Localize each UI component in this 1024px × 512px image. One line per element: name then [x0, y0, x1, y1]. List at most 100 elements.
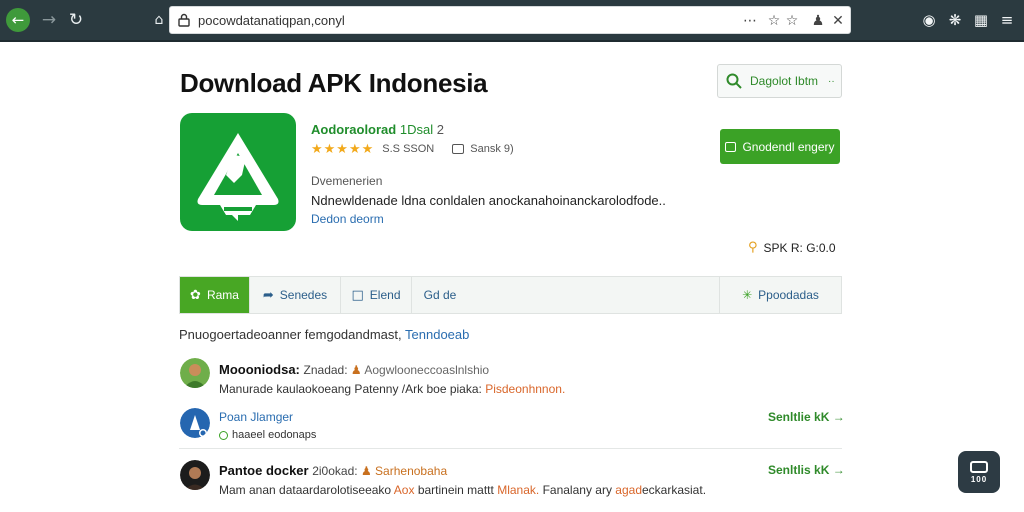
puzzle-icon[interactable]: ❋	[944, 9, 966, 31]
tab-rama[interactable]: ✿ Rama	[180, 277, 250, 313]
comment-author-name[interactable]: Poan Jlamger	[219, 410, 293, 424]
comment-text-f[interactable]: agad	[615, 483, 642, 497]
recycle-icon: ✳	[742, 288, 753, 302]
show-replies-label: Senltlie kK	[768, 410, 830, 424]
comment-subtitle: haaeel eodonaps	[219, 429, 316, 441]
chat-button[interactable]: 100	[958, 451, 1000, 493]
leaf-icon: ✿	[190, 287, 201, 303]
download-icon	[725, 141, 737, 152]
read-more-link[interactable]: Dedon deorm	[311, 212, 384, 226]
heading-mid: femgodandmast,	[304, 327, 402, 342]
arrow-left-icon: ←	[11, 11, 25, 29]
star-rating: ★★★★★	[311, 141, 375, 157]
app-logo	[180, 113, 296, 231]
home-icon: ⌂	[154, 12, 164, 28]
download-button-label: Gnodendl engery	[742, 139, 835, 154]
show-replies-label: Senltlis kK	[768, 463, 830, 477]
rating-row: ★★★★★ S.S SSON Sansk 9)	[311, 141, 514, 157]
download-button[interactable]: Gnodendl engery	[720, 129, 840, 164]
chevron-right-icon: →	[832, 410, 845, 424]
forward-button[interactable]: →	[37, 8, 61, 32]
chat-icon	[970, 460, 988, 473]
page-title: Download APK Indonesia	[180, 68, 488, 98]
tab-senedes[interactable]: ➦ Senedes	[250, 277, 341, 313]
arrow-right-icon: →	[41, 10, 57, 30]
reload-icon: ↻	[68, 10, 84, 30]
apk-version: ⚲ SPK R: G:0.0	[748, 240, 836, 255]
toolbar-divider	[0, 40, 1024, 42]
chevron-right-icon: →	[832, 463, 845, 477]
avatar	[180, 408, 210, 438]
comment-text-g: eckarkasiat.	[642, 483, 707, 497]
comment-meta: 2i0okad: ♟ Sarhenobaha	[312, 464, 447, 478]
comment-text-c: bartinein mattt	[417, 483, 494, 497]
url-text[interactable]: pocowdatanatiqpan,conyl	[198, 13, 345, 28]
comment-text-d[interactable]: Mlanak.	[497, 483, 539, 497]
heading-prefix: Pnuogoertadeoanner	[179, 327, 302, 342]
hamburger-menu-icon[interactable]: ≡	[996, 9, 1018, 31]
app-version-suffix: 2	[436, 122, 444, 137]
tab-label: Rama	[206, 288, 239, 302]
reload-button[interactable]: ↻	[64, 8, 88, 32]
chevron-down-icon: ··	[828, 75, 835, 87]
show-replies-link[interactable]: Senltlis kK →	[768, 463, 845, 477]
back-button[interactable]: ←	[6, 8, 30, 32]
app-size-text: Sansk 9)	[470, 143, 514, 155]
comment-meta-a: 2i0okad:	[312, 464, 358, 478]
avatar-image	[180, 408, 210, 438]
comment-meta-b: Aogwlooneccoaslnlshio	[364, 363, 490, 377]
star-icon[interactable]: ☆	[764, 11, 784, 31]
comment-text-b[interactable]: Aox	[394, 483, 415, 497]
app-name: Aodoraolorad 1Dsal 2	[311, 122, 444, 137]
more-dots-icon[interactable]: ⋯	[740, 11, 760, 31]
share-icon: ➦	[262, 287, 274, 303]
account-icon[interactable]: ♟	[808, 11, 828, 31]
show-replies-link[interactable]: Senltlie kK →	[768, 410, 845, 424]
description-text: Ndnewldenade ldna conldalen anockanahoin…	[311, 193, 666, 208]
user-badge-icon: ♟	[360, 464, 372, 478]
app-name-text: Aodoraolorad	[311, 122, 397, 137]
tab-label: Elend	[369, 288, 401, 302]
comment-meta-a: Znadad:	[303, 363, 348, 377]
file-size-icon	[452, 144, 465, 154]
app-version: 1Dsal	[399, 122, 434, 137]
comment-text-a: Manurade kaulaokoeang Patenny /Ark boe p…	[219, 382, 482, 396]
avatar-image	[180, 460, 210, 490]
tab-label: Senedes	[279, 288, 328, 302]
comment-text-b[interactable]: Pisdeonhnnon.	[485, 382, 565, 396]
chat-label: 100	[970, 474, 988, 484]
tab-elend[interactable]: □ Elend	[341, 277, 412, 313]
browser-toolbar: ← → ↻ ⌂ pocowdatanatiqpan,conyl ⋯ ☆ ☆ ♟ …	[0, 0, 1024, 40]
comment-author-name: Moooniodsa:	[219, 362, 300, 377]
tab-label: Ppoodadas	[758, 288, 819, 302]
description-label: Dvemenerien	[311, 174, 383, 188]
address-bar[interactable]: pocowdatanatiqpan,conyl ⋯ ☆ ☆ ♟ ✕	[169, 6, 851, 34]
status-dot-icon	[219, 430, 228, 440]
lock-icon	[178, 13, 190, 27]
avatar	[180, 358, 210, 388]
avatar-image	[180, 358, 210, 388]
extension-icon[interactable]: ◉	[918, 9, 940, 31]
library-icon[interactable]: ▦	[970, 9, 992, 31]
tab-gd-de[interactable]: Gd de	[412, 277, 468, 313]
heading-link[interactable]: Tenndoeab	[405, 327, 469, 342]
tab-ppoodadas[interactable]: ✳ Ppoodadas	[719, 277, 841, 313]
user-badge-icon: ♟	[350, 363, 362, 377]
reader-icon[interactable]: ☆	[782, 11, 802, 31]
comment-divider	[179, 448, 842, 449]
home-button[interactable]: ⌂	[147, 8, 171, 32]
comment-author: Moooniodsa: Znadad: ♟ Aogwlooneccoaslnls…	[219, 362, 489, 377]
comment-text-a: Mam anan dataardarolotiseeako	[219, 483, 392, 497]
search-button-label: Dagolot Ibtm	[750, 74, 819, 88]
comment-text-e: Fanalany ary	[542, 483, 612, 497]
search-icon	[726, 73, 742, 89]
avatar	[180, 460, 210, 490]
search-button[interactable]: Dagolot Ibtm ··	[717, 64, 842, 98]
close-icon[interactable]: ✕	[828, 11, 848, 31]
comment-subtitle-text: haaeel eodonaps	[232, 429, 317, 441]
warning-triangle-icon	[197, 133, 279, 221]
comment-meta: Znadad: ♟ Aogwlooneccoaslnlshio	[304, 363, 490, 377]
rating-count: S.S SSON	[382, 143, 435, 155]
app-size: Sansk 9)	[452, 143, 514, 155]
comment-author: Pantoe docker 2i0okad: ♟ Sarhenobaha	[219, 463, 447, 478]
